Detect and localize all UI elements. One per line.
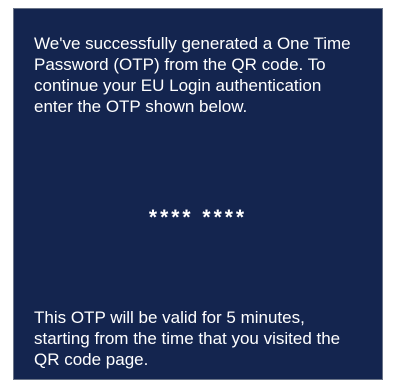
otp-panel: We've successfully generated a One Time … (13, 8, 383, 380)
otp-intro-text: We've successfully generated a One Time … (34, 34, 351, 116)
otp-code: **** **** (148, 206, 248, 229)
otp-validity-text: This OTP will be valid for 5 minutes, st… (34, 308, 341, 369)
